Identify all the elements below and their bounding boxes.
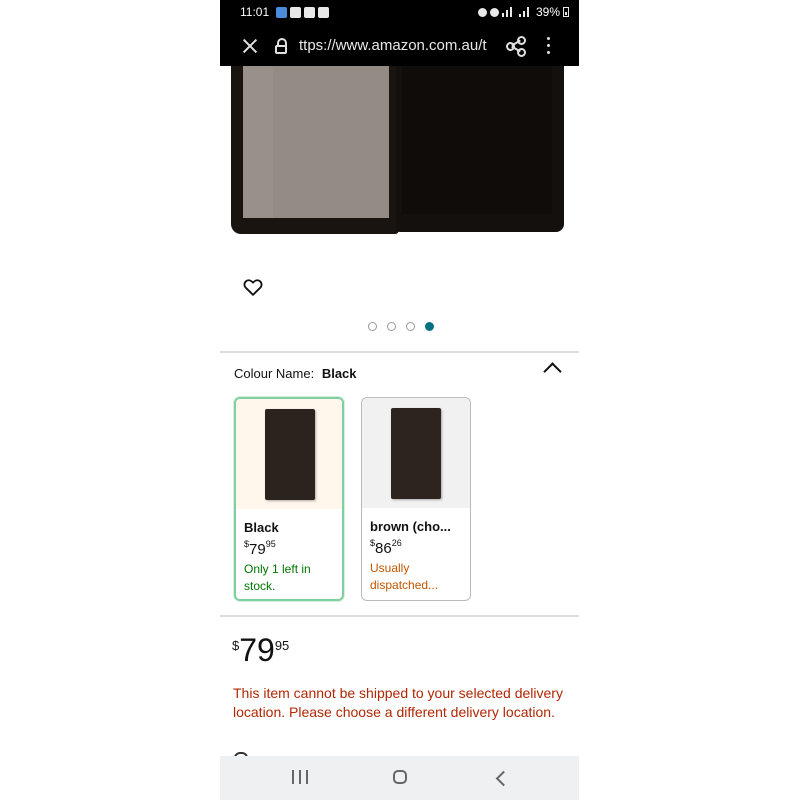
close-icon[interactable] [239,35,261,57]
alarm-clock-icon [489,7,499,17]
wifi-icon [501,7,516,17]
pagination-dot[interactable] [368,322,377,331]
swatch-image [362,398,470,508]
swatch-availability: Usually dispatched... [370,561,439,592]
sync-icon [477,7,487,17]
status-bar: 11:01 39% [220,0,579,26]
shipping-warning: This item cannot be shipped to your sele… [233,685,563,720]
alarm-icon [290,7,301,18]
price-whole: 79 [239,632,275,668]
recents-icon[interactable] [292,770,308,784]
check-notification-icon [304,7,315,18]
system-icons: 39% [477,5,569,19]
section-divider [220,351,579,353]
wallet-right-panel [396,66,564,232]
battery-icon [563,7,569,17]
wallet-left-panel [231,66,399,234]
signal-icon [518,7,533,17]
colour-name-value: Black [321,366,357,381]
status-time: 11:01 [240,5,270,19]
colour-name-label: Colour Name: [234,366,315,381]
swatch-name: brown (cho... [370,519,451,534]
pagination-dot-active[interactable] [425,322,434,331]
back-icon[interactable] [495,770,512,787]
pagination-dot[interactable] [406,322,415,331]
url-text[interactable]: ttps://www.amazon.com.au/t [299,37,493,54]
product-image[interactable] [220,66,579,266]
image-pagination-dots [368,322,434,331]
chevron-up-icon[interactable] [543,362,562,381]
swatch-availability: Only 1 left in stock. [244,562,311,593]
product-price: $7995 [232,632,289,669]
colour-name-row: Colour Name: Black [234,366,357,381]
price-fraction: 95 [274,638,290,653]
swatch-price: $7995 [244,539,276,558]
home-icon[interactable] [393,770,407,784]
notification-icons [276,7,329,18]
lock-icon[interactable] [274,38,288,54]
android-nav-bar [220,756,579,800]
more-vert-icon[interactable] [545,37,551,55]
swatch-name: Black [244,520,279,535]
swatch-image [236,399,342,509]
phone-screen: 11:01 39% ttps://www.amazon.com.au/t Col… [220,0,579,800]
pagination-dot[interactable] [387,322,396,331]
image-notification-icon [318,7,329,18]
share-icon[interactable] [506,36,526,57]
battery-level: 39% [535,5,560,19]
browser-url-bar: ttps://www.amazon.com.au/t [220,26,579,66]
swatch-price: $8626 [370,538,402,557]
app-notification-icon [276,7,287,18]
swatch-black[interactable]: Black $7995 Only 1 left in stock. [234,397,344,601]
heart-icon[interactable] [242,276,264,298]
swatch-brown[interactable]: brown (cho... $8626 Usually dispatched..… [361,397,471,601]
price-currency: $ [232,638,240,653]
section-divider [220,615,579,617]
